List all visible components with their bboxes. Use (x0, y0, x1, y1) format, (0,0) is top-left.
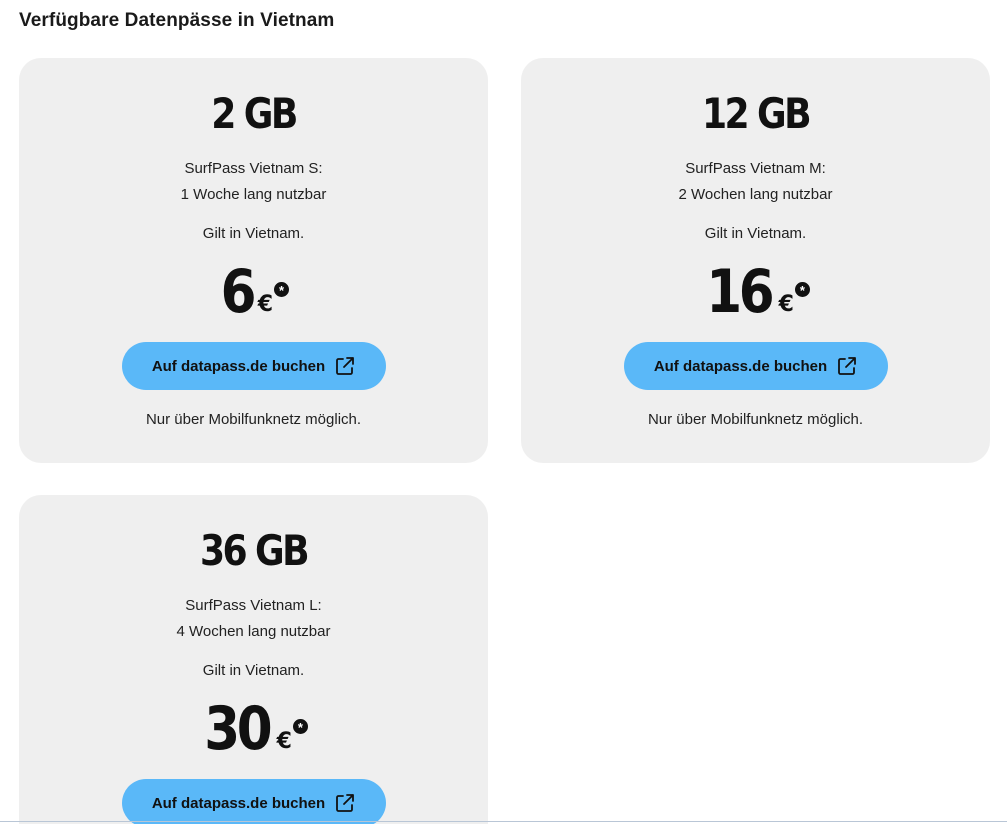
book-button-label: Auf datapass.de buchen (151, 794, 326, 812)
book-button-label: Auf datapass.de buchen (151, 357, 326, 375)
pass-price: 30 € * (19, 693, 488, 765)
price-footnote-marker: * (274, 282, 290, 298)
price-currency: € (276, 729, 292, 754)
pass-note: Nur über Mobilfunknetz möglich. (647, 411, 864, 428)
price-amount: 16 (706, 257, 774, 327)
pass-validity: Gilt in Vietnam. (202, 225, 305, 242)
pass-duration: 4 Wochen lang nutzbar (176, 623, 331, 640)
external-link-icon (336, 357, 355, 375)
pass-name: SurfPass Vietnam L: (185, 597, 322, 614)
pass-note: Nur über Mobilfunknetz möglich. (145, 411, 362, 428)
pass-name: SurfPass Vietnam S: (184, 160, 323, 177)
price-currency: € (257, 292, 274, 317)
external-link-icon (336, 794, 355, 812)
pass-price: 6 € * (19, 256, 488, 328)
book-button-label: Auf datapass.de buchen (653, 357, 828, 375)
page: Verfügbare Datenpässe in Vietnam 2 GB Su… (0, 0, 1007, 824)
price-footnote-marker: * (292, 719, 308, 735)
pass-duration: 2 Wochen lang nutzbar (678, 186, 833, 203)
price-amount: 6 (220, 257, 257, 327)
section-title: Verfügbare Datenpässe in Vietnam (19, 10, 335, 31)
viewport-bottom-divider (0, 821, 1007, 822)
pass-description: SurfPass Vietnam L: 4 Wochen lang nutzba… (19, 593, 488, 645)
data-volume: 2 GB (211, 89, 298, 138)
book-on-datapass-button[interactable]: Auf datapass.de buchen (121, 342, 386, 390)
price-currency: € (778, 292, 794, 317)
pass-duration: 1 Woche lang nutzbar (180, 186, 327, 203)
pass-card-s: 2 GB SurfPass Vietnam S: 1 Woche lang nu… (19, 58, 488, 463)
external-link-icon (838, 357, 857, 375)
pass-name: SurfPass Vietnam M: (685, 160, 826, 177)
pass-validity: Gilt in Vietnam. (202, 662, 305, 679)
book-on-datapass-button[interactable]: Auf datapass.de buchen (121, 779, 386, 824)
data-volume: 12 GB (701, 89, 812, 138)
price-footnote-marker: * (794, 282, 810, 298)
pass-card-l: 36 GB SurfPass Vietnam L: 4 Wochen lang … (19, 495, 488, 824)
pass-price: 16 € * (521, 256, 990, 328)
pass-card-m: 12 GB SurfPass Vietnam M: 2 Wochen lang … (521, 58, 990, 463)
data-volume: 36 GB (199, 526, 310, 575)
book-on-datapass-button[interactable]: Auf datapass.de buchen (623, 342, 888, 390)
pass-grid: 2 GB SurfPass Vietnam S: 1 Woche lang nu… (19, 58, 990, 824)
price-amount: 30 (204, 694, 272, 764)
pass-description: SurfPass Vietnam M: 2 Wochen lang nutzba… (521, 156, 990, 208)
pass-description: SurfPass Vietnam S: 1 Woche lang nutzbar (19, 156, 488, 208)
pass-validity: Gilt in Vietnam. (704, 225, 807, 242)
